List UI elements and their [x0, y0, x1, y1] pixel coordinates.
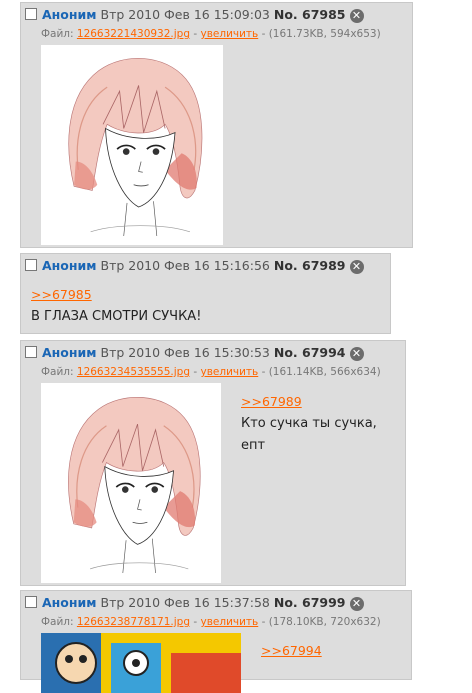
- file-info: Файл: 12663221430932.jpg - увеличить - (…: [41, 27, 381, 41]
- close-icon[interactable]: ✕: [349, 597, 364, 611]
- expand-link[interactable]: увеличить: [201, 28, 259, 40]
- post-number[interactable]: No. 67999: [274, 595, 346, 610]
- post-number[interactable]: No. 67989: [274, 258, 346, 273]
- delete-checkbox[interactable]: [25, 596, 37, 608]
- post-date: Втр 2010 Фев 16 15:37:58: [100, 595, 270, 610]
- delete-checkbox[interactable]: [25, 259, 37, 271]
- close-icon[interactable]: ✕: [349, 9, 364, 23]
- reply-link[interactable]: >>67985: [31, 287, 92, 303]
- separator: -: [193, 366, 198, 378]
- close-icon[interactable]: ✕: [349, 260, 364, 274]
- file-label: Файл:: [41, 616, 74, 628]
- file-meta: - (178.10KB, 720x632): [261, 616, 381, 628]
- poster-name: Аноним: [42, 595, 97, 610]
- post-message-line-1: Кто сучка ты сучка,: [241, 416, 377, 431]
- post-message: В ГЛАЗА СМОТРИ СУЧКА!: [31, 309, 202, 324]
- close-icon[interactable]: ✕: [349, 347, 364, 361]
- post-date: Втр 2010 Фев 16 15:30:53: [100, 345, 270, 360]
- file-info: Файл: 12663234535555.jpg - увеличить - (…: [41, 365, 381, 379]
- file-meta: - (161.73KB, 594x653): [261, 28, 381, 40]
- separator: -: [193, 28, 198, 40]
- post-message-line-2: епт: [241, 438, 266, 453]
- post-number[interactable]: No. 67994: [274, 345, 346, 360]
- post-header: Аноним Втр 2010 Фев 16 15:16:56 No. 6798…: [25, 258, 364, 274]
- post-number[interactable]: No. 67985: [274, 7, 346, 22]
- post-image[interactable]: [41, 633, 241, 693]
- file-link[interactable]: 12663221430932.jpg: [77, 28, 190, 40]
- separator: -: [193, 616, 198, 628]
- delete-checkbox[interactable]: [25, 346, 37, 358]
- post-header: Аноним Втр 2010 Фев 16 15:37:58 No. 6799…: [25, 595, 364, 611]
- post-67985: Аноним Втр 2010 Фев 16 15:09:03 No. 6798…: [20, 2, 413, 248]
- post-header: Аноним Втр 2010 Фев 16 15:30:53 No. 6799…: [25, 345, 364, 361]
- post-67989: Аноним Втр 2010 Фев 16 15:16:56 No. 6798…: [20, 253, 391, 334]
- poster-name: Аноним: [42, 258, 97, 273]
- post-header: Аноним Втр 2010 Фев 16 15:09:03 No. 6798…: [25, 7, 364, 23]
- file-label: Файл:: [41, 28, 74, 40]
- post-date: Втр 2010 Фев 16 15:09:03: [100, 7, 270, 22]
- delete-checkbox[interactable]: [25, 8, 37, 20]
- file-info: Файл: 12663238778171.jpg - увеличить - (…: [41, 615, 381, 629]
- file-label: Файл:: [41, 366, 74, 378]
- post-image[interactable]: [41, 383, 221, 583]
- expand-link[interactable]: увеличить: [201, 366, 259, 378]
- file-link[interactable]: 12663234535555.jpg: [77, 366, 190, 378]
- reply-link[interactable]: >>67994: [261, 643, 322, 659]
- post-image[interactable]: [41, 45, 223, 245]
- post-67999: Аноним Втр 2010 Фев 16 15:37:58 No. 6799…: [20, 590, 412, 693]
- reply-link[interactable]: >>67989: [241, 394, 302, 410]
- poster-name: Аноним: [42, 345, 97, 360]
- expand-link[interactable]: увеличить: [201, 616, 259, 628]
- file-link[interactable]: 12663238778171.jpg: [77, 616, 190, 628]
- post-67994: Аноним Втр 2010 Фев 16 15:30:53 No. 6799…: [20, 340, 406, 586]
- post-date: Втр 2010 Фев 16 15:16:56: [100, 258, 270, 273]
- file-meta: - (161.14KB, 566x634): [261, 366, 381, 378]
- poster-name: Аноним: [42, 7, 97, 22]
